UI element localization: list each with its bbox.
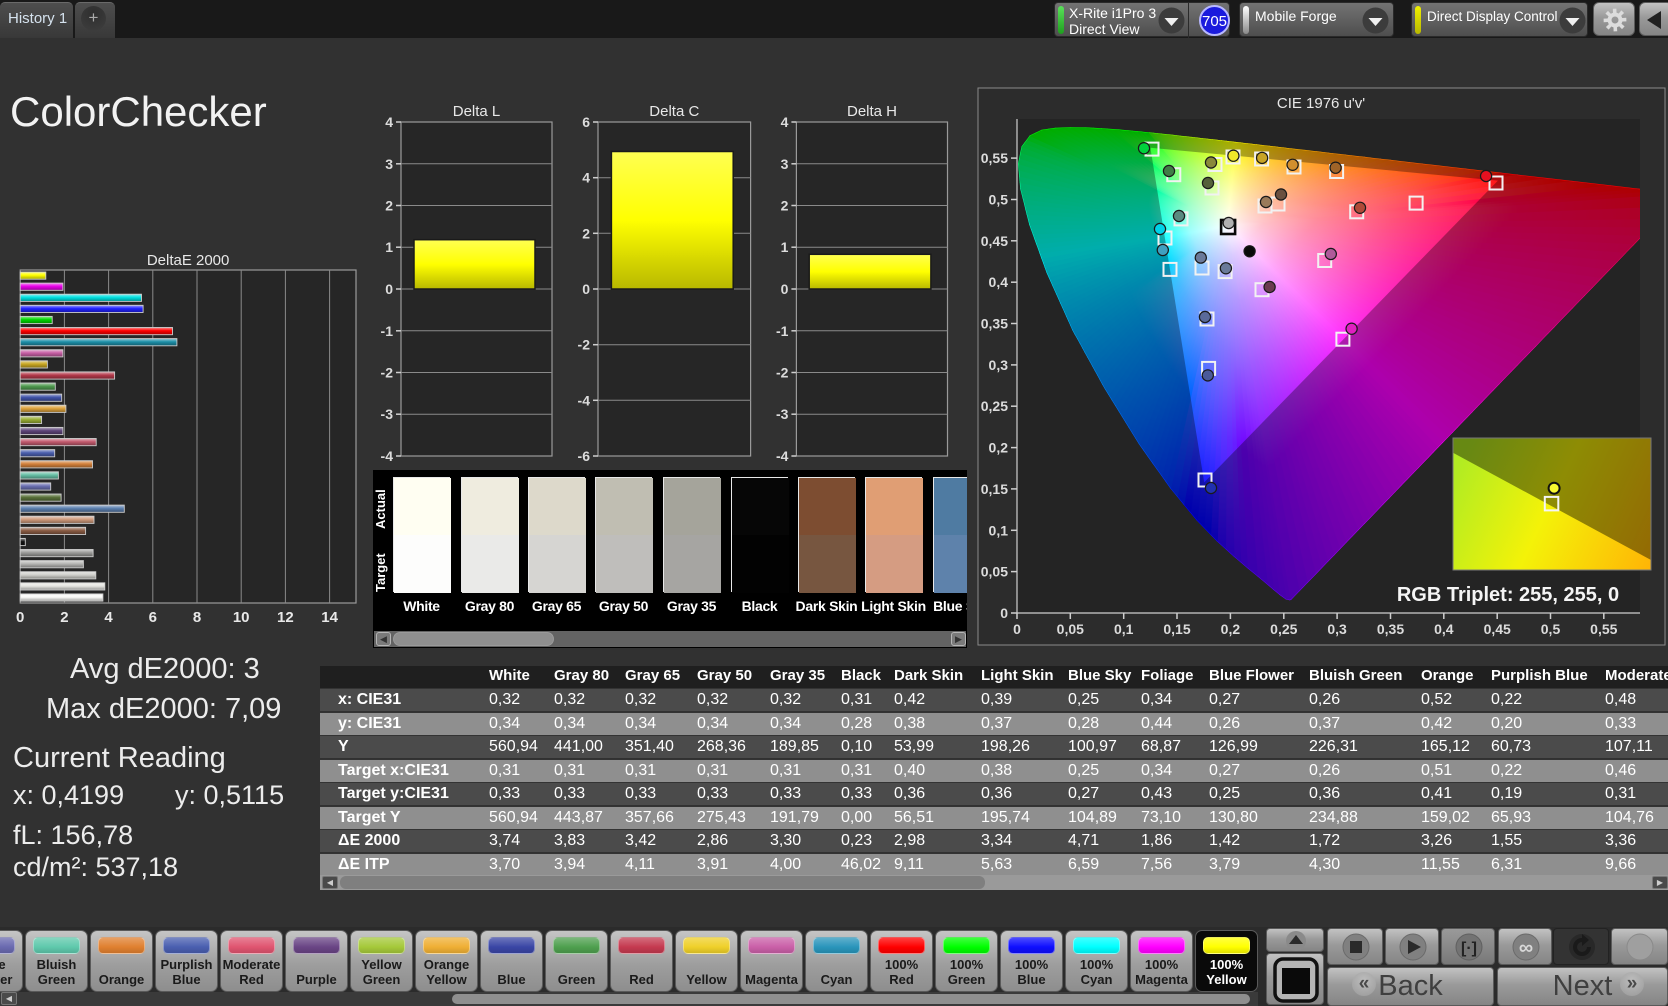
svg-text:3: 3: [385, 156, 393, 172]
svg-text:0,55: 0,55: [981, 150, 1008, 166]
svg-text:0,45: 0,45: [1484, 621, 1511, 637]
svg-text:-1: -1: [381, 323, 394, 339]
svg-text:[·]: [·]: [1461, 940, 1477, 957]
svg-text:4: 4: [781, 114, 789, 130]
svg-text:-3: -3: [776, 406, 789, 422]
svg-text:Delta L: Delta L: [453, 103, 501, 120]
svg-text:2: 2: [385, 198, 393, 214]
svg-text:0,1: 0,1: [989, 522, 1009, 538]
svg-text:-3: -3: [381, 406, 394, 422]
svg-text:0,35: 0,35: [1377, 621, 1404, 637]
svg-text:RGB Triplet: 255, 255, 0: RGB Triplet: 255, 255, 0: [1397, 584, 1619, 606]
svg-text:0,4: 0,4: [1434, 621, 1454, 637]
svg-text:-2: -2: [381, 365, 394, 381]
svg-text:-4: -4: [381, 448, 394, 464]
svg-text:0: 0: [582, 281, 590, 297]
svg-text:Delta H: Delta H: [847, 103, 897, 120]
svg-text:0: 0: [16, 609, 24, 626]
svg-text:4: 4: [582, 170, 590, 186]
svg-text:-6: -6: [578, 448, 591, 464]
svg-text:0,35: 0,35: [981, 316, 1008, 332]
svg-text:0,1: 0,1: [1114, 621, 1134, 637]
svg-text:6: 6: [582, 114, 590, 130]
svg-text:4: 4: [104, 609, 113, 626]
svg-text:3: 3: [781, 156, 789, 172]
svg-text:10: 10: [233, 609, 250, 626]
svg-text:0,25: 0,25: [981, 398, 1008, 414]
svg-text:0: 0: [781, 281, 789, 297]
svg-text:-4: -4: [776, 448, 789, 464]
svg-text:2: 2: [781, 198, 789, 214]
svg-text:2: 2: [582, 225, 590, 241]
svg-text:0,5: 0,5: [989, 192, 1009, 208]
svg-text:0,15: 0,15: [1163, 621, 1190, 637]
svg-text:0,45: 0,45: [981, 233, 1008, 249]
svg-text:14: 14: [321, 609, 338, 626]
svg-text:0,5: 0,5: [1541, 621, 1561, 637]
svg-text:Delta C: Delta C: [649, 103, 699, 120]
svg-text:0,2: 0,2: [1221, 621, 1241, 637]
svg-text:-2: -2: [578, 337, 591, 353]
svg-text:2: 2: [60, 609, 68, 626]
svg-text:CIE 1976 u'v': CIE 1976 u'v': [1277, 95, 1365, 112]
svg-text:-2: -2: [776, 365, 789, 381]
svg-text:0,05: 0,05: [1057, 621, 1084, 637]
svg-text:0: 0: [1000, 605, 1008, 621]
svg-text:0: 0: [1013, 621, 1021, 637]
svg-text:0,4: 0,4: [989, 274, 1009, 290]
svg-text:8: 8: [193, 609, 201, 626]
svg-text:-1: -1: [776, 323, 789, 339]
svg-text:6: 6: [149, 609, 157, 626]
svg-text:DeltaE 2000: DeltaE 2000: [147, 252, 230, 269]
svg-text:0,2: 0,2: [989, 440, 1009, 456]
svg-text:12: 12: [277, 609, 294, 626]
svg-text:0,3: 0,3: [1327, 621, 1347, 637]
svg-text:0,55: 0,55: [1590, 621, 1617, 637]
svg-text:0,05: 0,05: [981, 564, 1008, 580]
svg-text:1: 1: [781, 239, 789, 255]
svg-text:1: 1: [385, 239, 393, 255]
svg-text:0,25: 0,25: [1270, 621, 1297, 637]
svg-text:-4: -4: [578, 392, 591, 408]
svg-text:4: 4: [385, 114, 393, 130]
svg-text:0,3: 0,3: [989, 357, 1009, 373]
svg-text:0: 0: [385, 281, 393, 297]
svg-text:0,15: 0,15: [981, 481, 1008, 497]
svg-text:∞: ∞: [1519, 937, 1533, 959]
